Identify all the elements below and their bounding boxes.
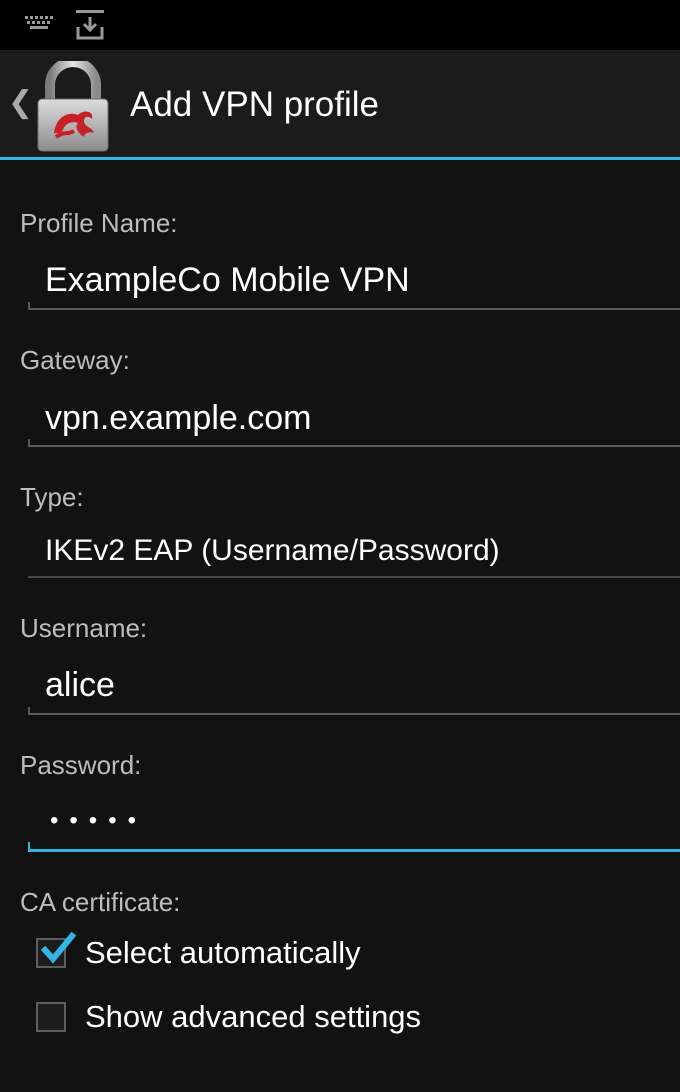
gateway-input[interactable]: vpn.example.com [45, 401, 311, 435]
username-label: Username: [20, 613, 148, 643]
username-input[interactable]: alice [45, 668, 115, 702]
show-advanced-settings-checkbox[interactable] [36, 1002, 66, 1032]
select-automatically-label: Select automatically [85, 935, 361, 970]
strongswan-lock-icon[interactable] [34, 57, 112, 153]
keyboard-icon [24, 14, 54, 39]
password-input[interactable]: ••••• [50, 809, 147, 833]
chevron-left-icon[interactable]: ❮ [8, 88, 33, 118]
gateway-underline [28, 439, 680, 447]
username-underline [28, 707, 680, 715]
type-select-underline [28, 576, 680, 578]
gateway-label: Gateway: [20, 345, 130, 375]
profile-name-underline [28, 302, 680, 310]
type-label: Type: [20, 482, 84, 512]
type-select[interactable]: IKEv2 EAP (Username/Password) [45, 536, 500, 566]
profile-name-input[interactable]: ExampleCo Mobile VPN [45, 263, 410, 297]
select-automatically-checkbox[interactable] [36, 932, 76, 968]
show-advanced-settings-label: Show advanced settings [85, 999, 422, 1034]
password-underline [28, 842, 680, 852]
password-label: Password: [20, 750, 142, 780]
status-bar [0, 0, 680, 51]
ca-certificate-label: CA certificate: [20, 887, 181, 917]
profile-name-label: Profile Name: [20, 208, 178, 238]
checkmark-icon [40, 932, 76, 964]
page-title: Add VPN profile [130, 85, 380, 124]
download-tray-icon [76, 10, 104, 45]
